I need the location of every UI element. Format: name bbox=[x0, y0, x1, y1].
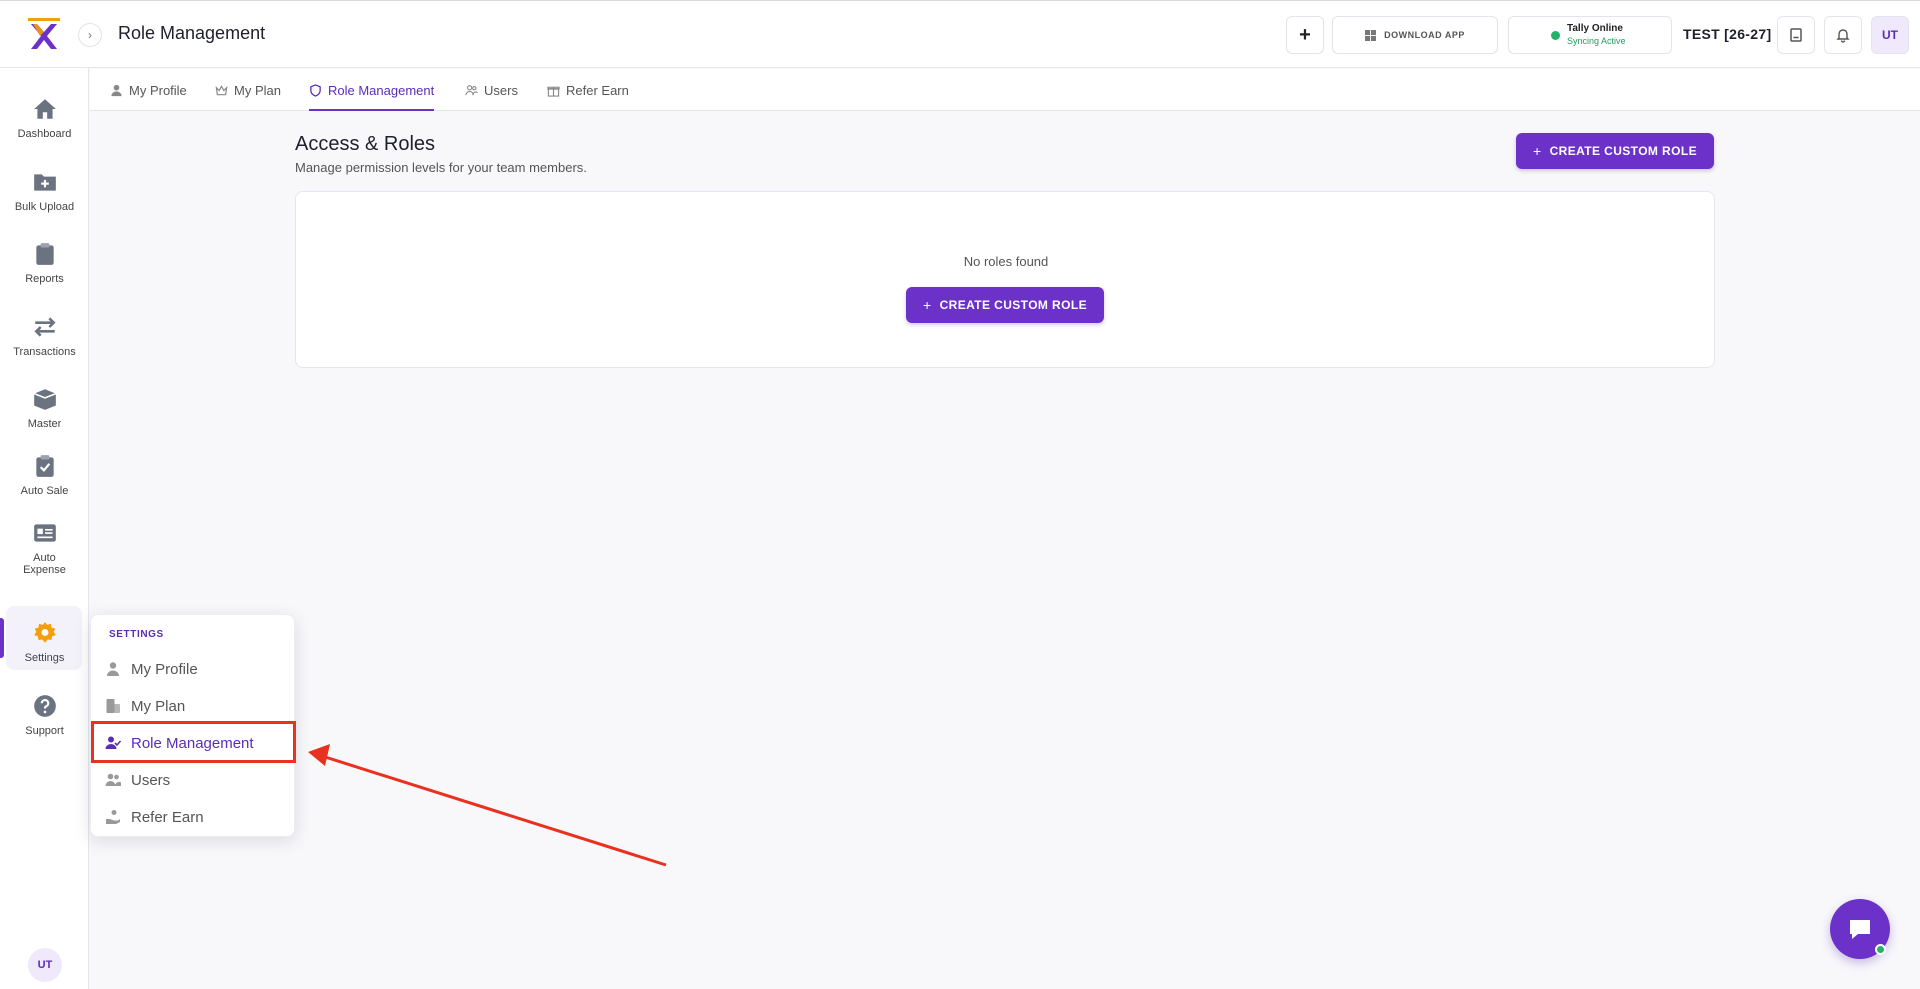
tab-label: Refer Earn bbox=[566, 82, 629, 98]
tab-role-management[interactable]: Role Management bbox=[309, 69, 435, 111]
clipboard-check-icon bbox=[35, 455, 54, 477]
popup-item-label: Refer Earn bbox=[131, 808, 204, 826]
download-app-button[interactable]: DOWNLOAD APP bbox=[1332, 16, 1498, 54]
sidebar-user-avatar[interactable]: UT bbox=[28, 948, 62, 982]
empty-state-text: No roles found bbox=[963, 254, 1049, 269]
plus-icon: + bbox=[922, 297, 932, 313]
online-status-icon bbox=[1875, 944, 1886, 955]
crown-icon bbox=[215, 84, 228, 95]
notifications-button[interactable] bbox=[1824, 16, 1862, 54]
hand-coin-icon bbox=[106, 810, 120, 824]
box-icon bbox=[33, 389, 56, 410]
create-custom-role-empty-button[interactable]: + CREATE CUSTOM ROLE bbox=[906, 287, 1104, 323]
chevron-right-icon: › bbox=[88, 28, 92, 42]
tally-sync-status: Syncing Active bbox=[1567, 36, 1626, 46]
sidebar-item-label: Auto Sale bbox=[20, 485, 69, 497]
id-card-icon bbox=[33, 524, 56, 542]
tab-my-plan[interactable]: My Plan bbox=[215, 69, 281, 111]
plus-icon: + bbox=[1299, 23, 1311, 46]
tally-title: Tally Online bbox=[1567, 23, 1623, 34]
create-custom-role-label: CREATE CUSTOM ROLE bbox=[1549, 144, 1697, 158]
shield-icon bbox=[310, 83, 321, 97]
sidebar-item-reports[interactable]: Reports bbox=[0, 241, 89, 285]
sidebar-item-label: Dashboard bbox=[17, 128, 72, 140]
popup-item-my-plan[interactable]: My Plan bbox=[91, 688, 296, 724]
tab-label: My Plan bbox=[234, 82, 281, 98]
download-app-label: DOWNLOAD APP bbox=[1384, 30, 1465, 40]
tally-status-button[interactable]: Tally Online Syncing Active bbox=[1508, 16, 1672, 54]
sidebar-item-label: Bulk Upload bbox=[14, 201, 75, 213]
bell-icon bbox=[1836, 29, 1850, 43]
popup-item-refer-earn[interactable]: Refer Earn bbox=[91, 799, 296, 835]
book-button[interactable] bbox=[1777, 16, 1815, 54]
user-icon bbox=[111, 84, 122, 96]
section-subtitle: Manage permission levels for your team m… bbox=[295, 160, 587, 175]
tab-label: Users bbox=[484, 82, 518, 98]
sidebar-item-label: Support bbox=[25, 725, 64, 737]
sidebar: Dashboard Bulk Upload Reports Transactio… bbox=[0, 68, 89, 989]
create-custom-role-label: CREATE CUSTOM ROLE bbox=[939, 298, 1087, 312]
book-icon bbox=[1790, 28, 1802, 42]
sidebar-item-auto-sale[interactable]: Auto Sale bbox=[0, 453, 89, 497]
clipboard-icon bbox=[35, 243, 54, 265]
tab-users[interactable]: Users bbox=[465, 69, 518, 111]
popup-item-my-profile[interactable]: My Profile bbox=[91, 651, 296, 687]
section-title: Access & Roles bbox=[295, 133, 436, 155]
plus-icon: + bbox=[1532, 143, 1542, 159]
sidebar-item-bulk-upload[interactable]: Bulk Upload bbox=[0, 169, 89, 213]
online-status-icon bbox=[1551, 31, 1560, 40]
tab-my-profile[interactable]: My Profile bbox=[110, 69, 187, 111]
tab-label: Role Management bbox=[328, 82, 435, 98]
user-icon bbox=[107, 662, 119, 676]
settings-tabs: My Profile My Plan Role Management Users… bbox=[90, 69, 1920, 111]
folder-plus-icon bbox=[33, 174, 56, 191]
home-icon bbox=[33, 99, 56, 119]
sidebar-item-transactions[interactable]: Transactions bbox=[0, 314, 89, 358]
highlight-box bbox=[91, 721, 296, 763]
app-logo[interactable] bbox=[26, 16, 62, 52]
gear-icon bbox=[33, 622, 56, 643]
sidebar-item-settings[interactable]: Settings bbox=[0, 606, 89, 670]
plan-icon bbox=[106, 699, 120, 713]
popup-item-users[interactable]: Users bbox=[91, 762, 296, 798]
sidebar-item-label: Auto Expense bbox=[23, 552, 66, 576]
company-selector[interactable]: TEST [26-27] bbox=[1683, 26, 1771, 42]
chat-button[interactable] bbox=[1830, 899, 1890, 959]
sidebar-item-label: Settings bbox=[24, 652, 65, 664]
sidebar-item-label: Reports bbox=[25, 273, 64, 285]
user-avatar[interactable]: UT bbox=[1871, 16, 1909, 54]
gift-icon bbox=[547, 86, 560, 97]
sidebar-item-label: Transactions bbox=[13, 346, 76, 358]
sidebar-item-dashboard[interactable]: Dashboard bbox=[0, 96, 89, 140]
sidebar-item-master[interactable]: Master bbox=[0, 386, 89, 430]
sidebar-toggle-button[interactable]: › bbox=[78, 23, 102, 47]
sidebar-item-support[interactable]: Support bbox=[0, 693, 89, 737]
popup-heading: SETTINGS bbox=[109, 629, 164, 640]
page-title: Role Management bbox=[118, 23, 266, 43]
tab-refer-earn[interactable]: Refer Earn bbox=[547, 69, 629, 111]
add-button[interactable]: + bbox=[1286, 16, 1324, 54]
active-indicator bbox=[0, 618, 4, 658]
popup-item-label: My Plan bbox=[131, 697, 186, 715]
top-bar: › Role Management + DOWNLOAD APP Tally O… bbox=[0, 0, 1920, 68]
tab-label: My Profile bbox=[129, 82, 187, 98]
sidebar-item-label: Master bbox=[27, 418, 62, 430]
sidebar-item-auto-expense[interactable]: Auto Expense bbox=[0, 520, 89, 576]
popup-item-label: My Profile bbox=[131, 660, 198, 678]
chat-icon bbox=[1850, 920, 1870, 939]
users-icon bbox=[105, 773, 121, 786]
users-icon bbox=[465, 84, 478, 95]
create-custom-role-button[interactable]: + CREATE CUSTOM ROLE bbox=[1516, 133, 1714, 169]
swap-arrows-icon bbox=[33, 317, 56, 337]
help-circle-icon bbox=[33, 695, 56, 717]
roles-card: No roles found + CREATE CUSTOM ROLE bbox=[295, 191, 1715, 368]
windows-icon bbox=[1365, 29, 1377, 41]
popup-item-label: Users bbox=[131, 771, 171, 789]
